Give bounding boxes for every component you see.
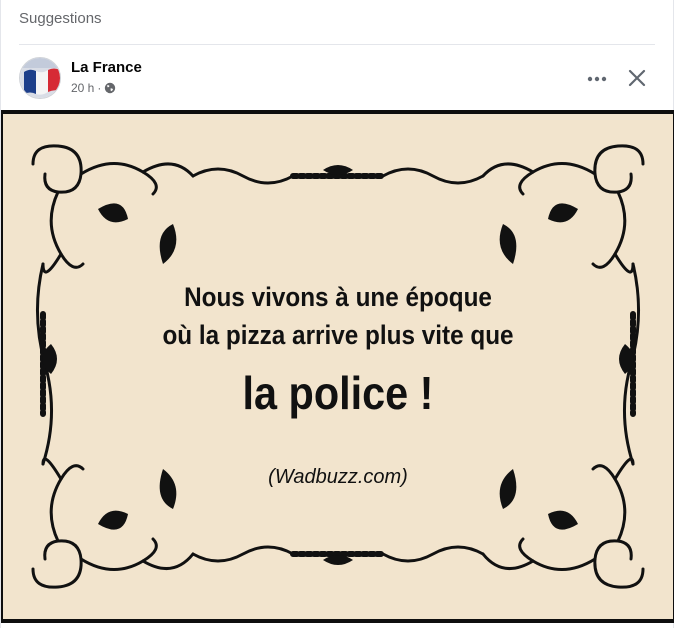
- close-icon: [628, 69, 646, 87]
- post-image[interactable]: Nous vivons à une époque où la pizza arr…: [1, 110, 674, 623]
- post-time[interactable]: 20 h: [71, 81, 94, 95]
- post-card: Suggestions La France 20 h · Nous vivons…: [0, 0, 674, 628]
- quote-source: (Wadbuzz.com): [268, 466, 408, 488]
- french-flag-avatar-icon: [20, 58, 60, 98]
- post-header: La France 20 h ·: [1, 50, 673, 110]
- more-options-button[interactable]: [581, 65, 613, 93]
- more-horizontal-icon: [587, 76, 607, 82]
- close-button[interactable]: [621, 62, 653, 94]
- post-meta: 20 h ·: [71, 81, 116, 95]
- globe-icon: [104, 82, 116, 94]
- meta-separator: ·: [97, 81, 102, 95]
- quote-line-2: où la pizza arrive plus vite que: [162, 320, 514, 350]
- avatar[interactable]: [19, 57, 61, 99]
- author-name[interactable]: La France: [71, 59, 142, 76]
- divider: [19, 44, 655, 45]
- quote-line-1: Nous vivons à une époque: [184, 282, 492, 312]
- section-title: Suggestions: [19, 10, 102, 27]
- quote-line-3: la police !: [242, 367, 434, 419]
